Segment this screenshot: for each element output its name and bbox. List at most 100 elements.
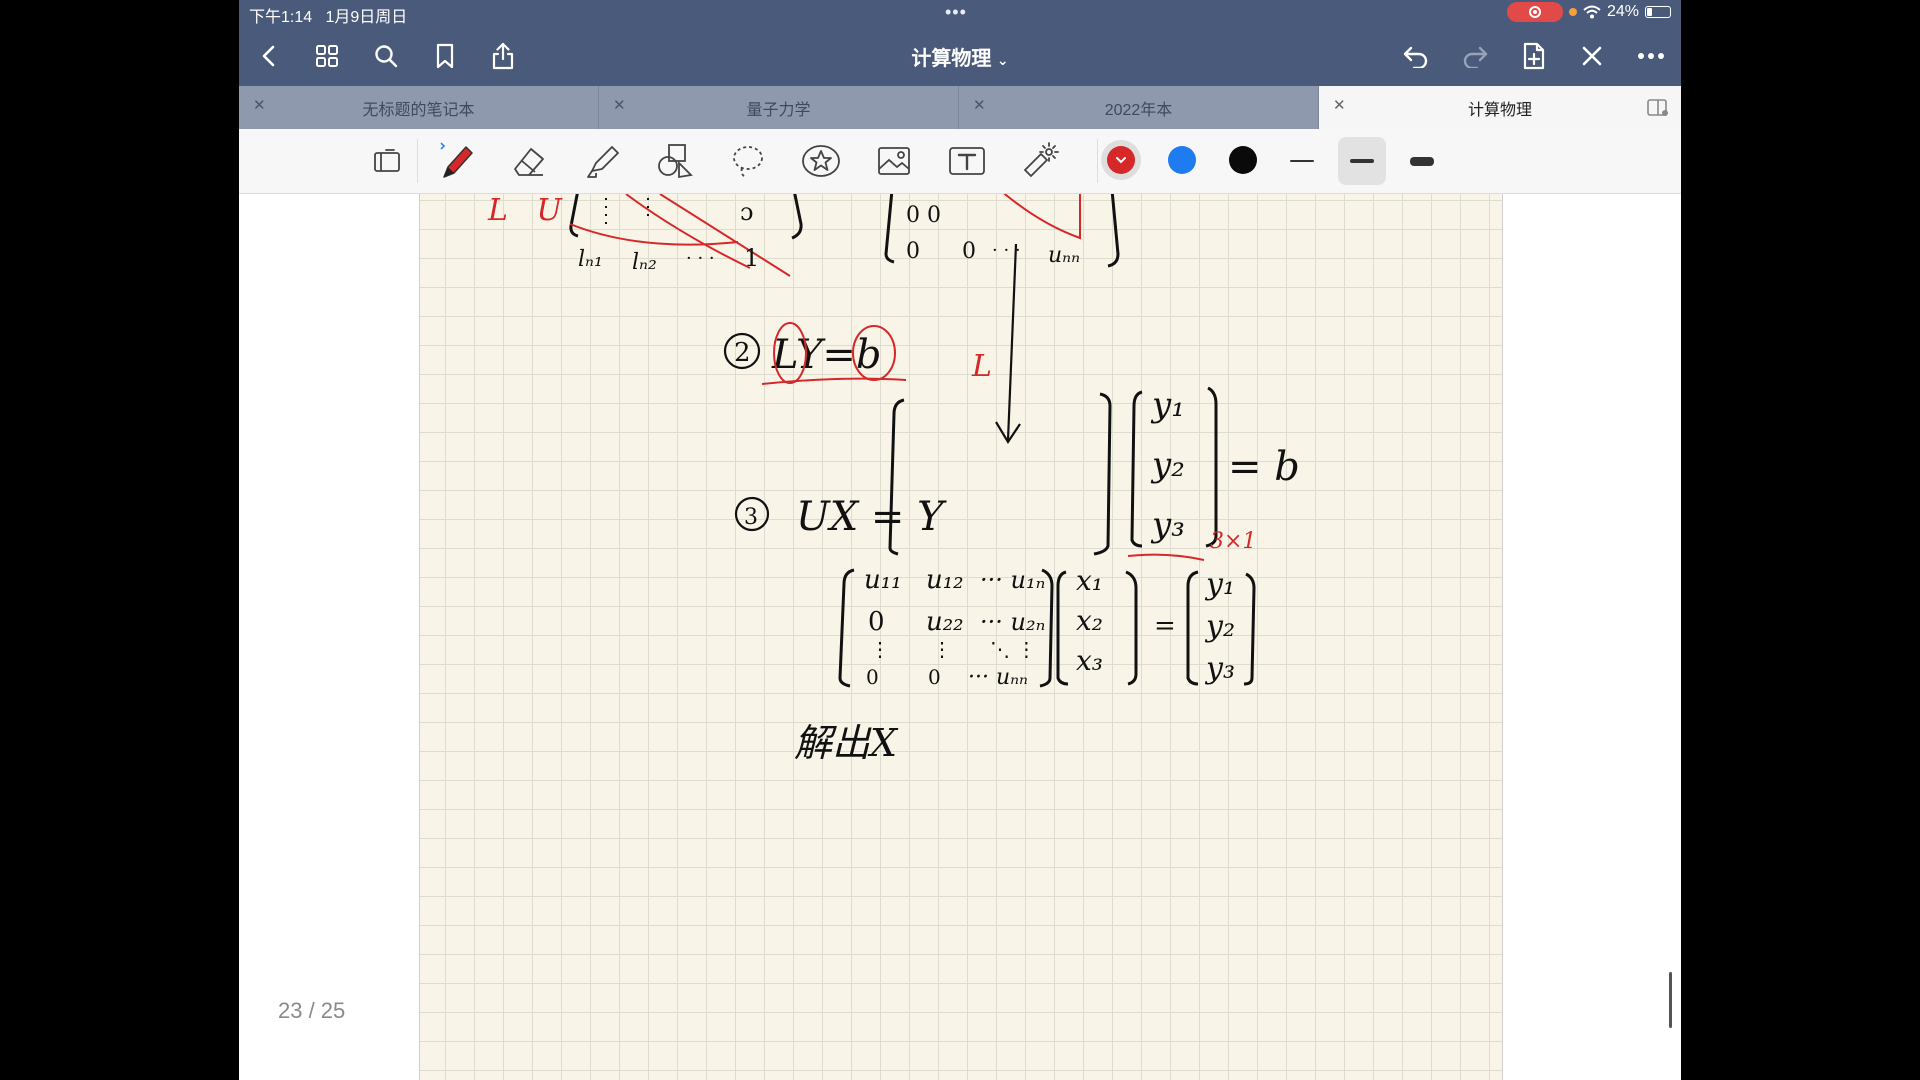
step-3-equation: UX = Y [796,494,947,540]
top-matrix-l-n2: lₙ₂ [632,250,657,275]
highlighter-icon[interactable] [580,139,624,183]
y2-vector-2: y₂ [1204,609,1235,644]
close-tab-icon[interactable]: ✕ [613,96,626,114]
red-l-label: L [971,349,992,384]
add-page-icon[interactable] [1518,40,1550,72]
upper-matrix-r4c1: 0 [866,665,879,689]
undo-icon[interactable] [1400,40,1432,72]
solve-note: 解出X [794,721,899,765]
step-3-number: 3 [744,505,758,530]
status-indicators: 24% [1506,2,1671,22]
document-title-button[interactable]: 计算物理 ⌄ [911,48,1008,70]
upper-matrix-r2c3: ··· u₂ₙ [980,608,1045,636]
image-icon[interactable] [872,139,916,183]
text-icon[interactable] [945,139,989,183]
grid-view-icon[interactable] [311,40,343,72]
tab-computational-physics[interactable]: ✕ 计算物理 [1319,86,1681,129]
bookmark-icon[interactable] [429,40,461,72]
notes-app: 下午1:14 1月9日周日 ••• 24% 计算物理 ⌄ ✕ 无标题的笔记本 ✕… [239,0,1681,1080]
shapes-icon[interactable] [653,139,697,183]
eraser-icon[interactable] [507,139,551,183]
back-chevron-icon[interactable] [253,40,285,72]
upper-matrix-r1c2: u₁₂ [926,565,964,595]
multitask-dots-icon[interactable]: ••• [945,2,967,23]
close-tab-icon[interactable]: ✕ [1333,96,1346,114]
document-title-text: 计算物理 [911,48,992,70]
upper-matrix-r1c3: ··· u₁ₙ [980,566,1045,594]
top-u-unn: uₙₙ [1048,243,1080,268]
y-vector-3: y₃ [1150,505,1185,545]
status-time: 下午1:14 [249,9,313,26]
y2-vector-1: y₁ [1204,567,1235,602]
tab-2022-notebook[interactable]: ✕ 2022年本 [959,86,1319,129]
chevron-down-icon [1116,157,1126,164]
upper-matrix-r3c1: ⋮ [870,637,890,661]
search-icon[interactable] [370,40,402,72]
size-note: 3×1 [1210,529,1256,554]
y2-vector-3: y₃ [1204,651,1235,686]
status-date: 1月9日周日 [325,9,408,26]
equals-b: = b [1228,444,1300,490]
laser-pointer-icon[interactable] [1018,139,1062,183]
close-x-icon[interactable] [1576,40,1608,72]
stroke-medium-button[interactable] [1338,137,1386,185]
top-matrix-zero: ɔ [740,198,753,226]
x-vector-2: x₂ [1076,604,1103,637]
y-vector-1: y₁ [1150,385,1185,425]
lasso-icon[interactable] [726,139,770,183]
color-red-swatch[interactable] [1107,146,1135,174]
tab-label: 量子力学 [746,101,811,119]
note-page[interactable]: L U lₙ₁ lₙ₂ · · · 1 ɔ 0 0 · · · uₙₙ 0 0 … [419,194,1503,1080]
x-vector-3: x₃ [1076,644,1103,677]
share-icon[interactable] [487,40,519,72]
sticker-icon[interactable] [799,139,843,183]
battery-percent: 24% [1606,3,1639,20]
upper-matrix-r2c2: u₂₂ [926,607,964,637]
page-view-icon[interactable] [365,139,409,183]
color-black-swatch[interactable] [1229,146,1257,174]
top-matrix-one: 1 [744,244,759,272]
more-icon[interactable] [1635,40,1667,72]
tab-label: 计算物理 [1467,101,1532,119]
top-upper-matrix: 0 0 · · · uₙₙ 0 0 [884,194,1120,268]
screen-recording-icon[interactable] [1506,2,1563,22]
close-tab-icon[interactable]: ✕ [253,96,266,114]
upper-matrix-r4c3: ··· uₙₙ [968,665,1028,690]
split-view-icon[interactable] [1647,98,1669,123]
pen-icon[interactable] [434,139,478,183]
stroke-thick-button[interactable] [1398,137,1446,185]
top-navigation-bar: 下午1:14 1月9日周日 ••• 24% 计算物理 ⌄ [239,0,1681,86]
toolbar-divider [1097,139,1098,183]
stroke-thin-button[interactable] [1278,137,1326,185]
step-2-number: 2 [734,338,751,368]
close-tab-icon[interactable]: ✕ [973,96,986,114]
upper-matrix-r1c1: u₁₁ [864,565,902,595]
drawing-toolbar [239,129,1681,194]
upper-matrix-r3c3: ⋱ ⋮ [990,637,1036,661]
redo-icon[interactable] [1459,40,1491,72]
tab-untitled-notebook[interactable]: ✕ 无标题的笔记本 [239,86,599,129]
x-vector-1: x₁ [1076,564,1103,597]
tab-quantum-mechanics[interactable]: ✕ 量子力学 [599,86,959,129]
vertical-scrollbar[interactable] [1669,972,1672,1028]
status-time-date: 下午1:14 1月9日周日 [249,3,407,27]
step-2-equation: LY=b [771,332,882,378]
upper-matrix-r2c1: 0 [868,607,885,637]
mic-indicator-icon [1568,8,1577,16]
note-canvas-area: L U lₙ₁ lₙ₂ · · · 1 ɔ 0 0 · · · uₙₙ 0 0 … [239,194,1681,1080]
battery-icon [1645,6,1671,18]
upper-matrix-r4c2: 0 [928,665,941,689]
tab-label: 无标题的笔记本 [362,101,475,119]
color-blue-swatch[interactable] [1168,146,1196,174]
top-u-zero-row: 0 0 [906,203,941,228]
top-matrix-l-n1: lₙ₁ [578,247,603,272]
y-vector-2: y₂ [1150,445,1185,485]
upper-matrix-r3c2: ⋮ [932,637,952,661]
toolbar-divider [417,139,418,183]
top-left-fragment: L U [487,194,564,228]
top-u-zero-1: 0 [906,239,920,264]
equals-sign: = [1154,611,1176,641]
tab-label: 2022年本 [1104,101,1173,119]
chevron-down-icon: ⌄ [996,52,1009,68]
notebook-tabs: ✕ 无标题的笔记本 ✕ 量子力学 ✕ 2022年本 ✕ 计算物理 [239,86,1681,129]
